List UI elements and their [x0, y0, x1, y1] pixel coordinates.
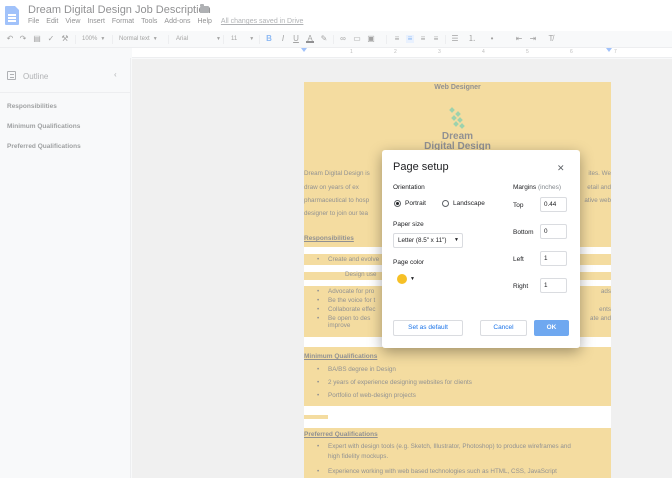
portrait-radio[interactable]: [394, 200, 401, 207]
margins-label-text: Margins: [513, 184, 537, 191]
set-as-default-button[interactable]: Set as default: [393, 320, 463, 336]
left-margin-label: Left: [513, 256, 524, 263]
top-margin-input[interactable]: 0.44: [540, 197, 567, 212]
orientation-label: Orientation: [393, 184, 425, 191]
paper-size-value: Letter (8.5" x 11"): [398, 237, 447, 244]
margins-label: Margins (inches): [513, 184, 561, 191]
paper-size-label: Paper size: [393, 221, 424, 228]
dialog-title: Page setup: [393, 161, 449, 173]
ok-button[interactable]: OK: [534, 320, 569, 336]
portrait-label[interactable]: Portrait: [405, 200, 426, 207]
right-margin-input[interactable]: 1: [540, 278, 567, 293]
right-margin-label: Right: [513, 283, 529, 290]
cancel-button[interactable]: Cancel: [480, 320, 527, 336]
top-margin-label: Top: [513, 202, 524, 209]
left-margin-input[interactable]: 1: [540, 251, 567, 266]
landscape-label[interactable]: Landscape: [453, 200, 485, 207]
chevron-down-icon[interactable]: ▼: [410, 276, 415, 282]
page-color-label: Page color: [393, 259, 425, 266]
paper-size-select[interactable]: Letter (8.5" x 11") ▼: [393, 233, 463, 248]
chevron-down-icon: ▼: [454, 237, 459, 243]
bottom-margin-input[interactable]: 0: [540, 224, 567, 239]
close-icon[interactable]: ✕: [557, 163, 565, 174]
margins-unit: (inches): [537, 184, 562, 191]
page-setup-dialog: Page setup ✕ Orientation Portrait Landsc…: [382, 150, 580, 348]
page-color-swatch[interactable]: [397, 274, 407, 284]
landscape-radio[interactable]: [442, 200, 449, 207]
bottom-margin-label: Bottom: [513, 229, 534, 236]
